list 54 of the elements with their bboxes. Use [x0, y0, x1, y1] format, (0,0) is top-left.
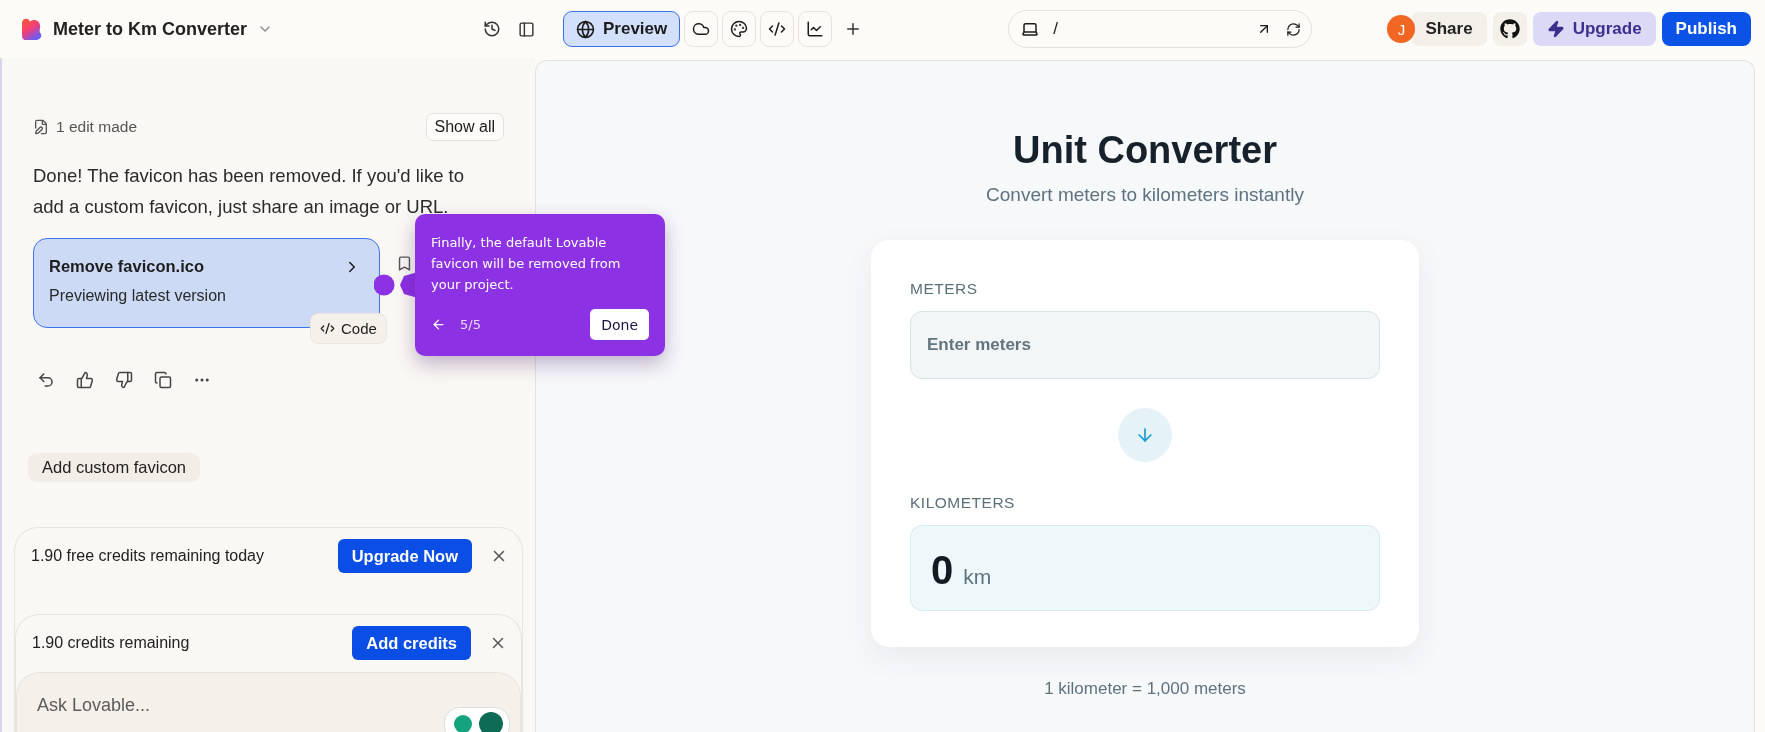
- copy-icon[interactable]: [154, 371, 172, 389]
- thumbs-up-icon[interactable]: [76, 371, 94, 389]
- conversion-note: 1 kilometer = 1,000 meters: [1044, 679, 1246, 699]
- lightning-icon: [1546, 20, 1565, 38]
- chart-tab[interactable]: [798, 11, 833, 47]
- undo-icon[interactable]: [37, 371, 55, 389]
- field-label: KILOMETERS: [910, 494, 1016, 512]
- code-icon: [768, 20, 787, 38]
- done-button[interactable]: Done: [590, 309, 649, 340]
- palette-icon: [730, 20, 749, 38]
- monitor-icon: [1021, 20, 1040, 38]
- chat-input[interactable]: Ask Lovable...: [37, 695, 397, 716]
- logo-icon: [20, 17, 43, 41]
- github-icon: [1499, 19, 1520, 39]
- chart-icon: [806, 20, 825, 38]
- version-title: Remove favicon.ico: [49, 257, 204, 276]
- field-label: METERS: [910, 280, 979, 298]
- code-tab[interactable]: [760, 11, 795, 47]
- step-counter: 5/5: [460, 317, 482, 332]
- version-subtitle: Previewing latest version: [49, 287, 227, 305]
- tooltip-text: Finally, the default Lovable favicon will be removed from your project.: [431, 234, 622, 294]
- meters-input[interactable]: Enter meters: [910, 311, 1380, 379]
- code-icon: [320, 321, 335, 336]
- share-button[interactable]: Share: [1411, 12, 1487, 46]
- page-subtitle: Convert meters to kilometers instantly: [986, 184, 1304, 206]
- upgrade-now-button[interactable]: Upgrade Now: [337, 539, 472, 573]
- publish-button[interactable]: Publish: [1661, 12, 1751, 46]
- bookmark-icon[interactable]: [396, 255, 413, 272]
- preview-tab[interactable]: Preview: [563, 11, 681, 47]
- thumbs-down-icon[interactable]: [115, 371, 133, 389]
- show-all-button[interactable]: Show all: [425, 113, 504, 141]
- page-title: Unit Converter: [1013, 129, 1277, 172]
- refresh-icon[interactable]: [1286, 21, 1302, 37]
- project-title[interactable]: Meter to Km Converter: [53, 18, 248, 40]
- edits-count: 1 edit made: [56, 118, 137, 136]
- chat-message: Done! The favicon has been removed. If you'd like to add a custom favicon, just share an image or URL.: [33, 164, 465, 219]
- chat-input-box[interactable]: Ask Lovable...: [16, 672, 521, 732]
- palette-tab[interactable]: [722, 11, 757, 47]
- github-button[interactable]: [1492, 12, 1527, 46]
- suggestion-chip[interactable]: Add custom favicon: [28, 453, 200, 482]
- address-path: /: [1053, 19, 1059, 39]
- credits-notice: 1.90 free credits remaining today: [31, 547, 265, 565]
- globe-icon: [576, 19, 595, 39]
- credits-notice: 1.90 credits remaining: [32, 634, 191, 652]
- code-button[interactable]: Code: [310, 313, 387, 344]
- cloud-icon: [692, 20, 711, 38]
- address-bar[interactable]: /: [1008, 10, 1313, 48]
- result-value: 0: [931, 548, 954, 593]
- file-edit-icon: [33, 119, 49, 135]
- add-credits-button[interactable]: Add credits: [352, 626, 471, 660]
- input-tools-icon[interactable]: [444, 707, 510, 732]
- cloud-tab[interactable]: [684, 11, 719, 47]
- result-unit: km: [963, 565, 992, 589]
- upgrade-button[interactable]: Upgrade: [1532, 12, 1656, 46]
